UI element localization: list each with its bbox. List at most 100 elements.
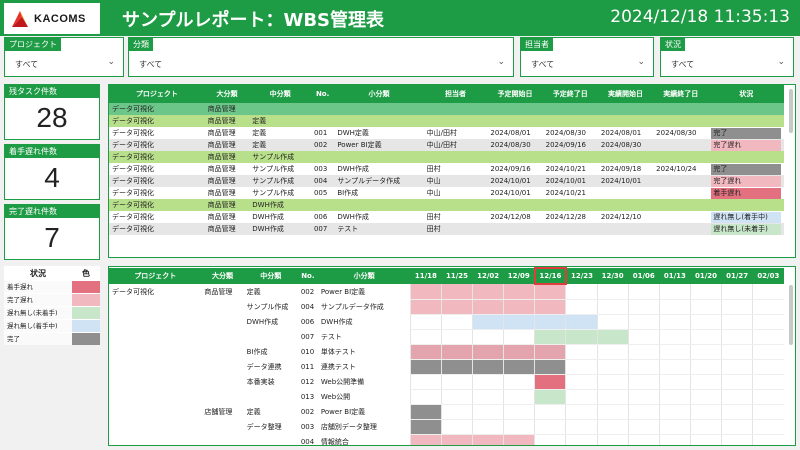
gantt-bar-cell [472,434,504,445]
gantt-row[interactable]: 004 情報統合 [109,434,784,445]
table-row[interactable]: データ可視化 商品管理 DWH作成 006 DWH作成 田村 2024/12/08 2024/… [109,211,784,223]
column-header[interactable]: 実績開始日 [597,85,654,103]
gantt-cell: 店舗管理 [204,407,233,416]
gantt-row[interactable]: BI作成 010 単体テスト [109,344,784,360]
gantt-row[interactable]: 013 Web公開 [109,389,784,405]
column-header[interactable]: 状況 [708,85,784,103]
table-cell: データ可視化 [109,223,205,235]
gantt-bar-cell [752,419,784,435]
kpi-start-delay: 着手遅れ件数 4 [4,144,100,200]
gantt-row[interactable]: 店舗管理 定義 002 Power BI定義 [109,404,784,420]
gantt-bar-cell [565,329,598,345]
table-cell: 2024/08/30 [656,129,697,137]
legend-color-swatch [72,307,100,319]
filter-category[interactable]: 分類 すべて ⌄ [128,37,514,77]
table-cell [542,115,598,127]
column-header[interactable]: 実績終了日 [653,85,709,103]
table-row[interactable]: データ可視化 商品管理 DWH作成 007 テスト 田村 遅れ無し(未着手) [109,223,784,235]
gantt-bar-cell [752,359,784,375]
filter-project[interactable]: プロジェクト すべて ⌄ [4,37,124,77]
gantt-row[interactable]: 007 テスト [109,329,784,345]
gantt-bar-cell [440,314,473,330]
table-cell: 中山/田村 [426,129,457,137]
gantt-scrollbar[interactable] [789,285,793,345]
gantt-bar-cell [658,284,691,300]
column-header[interactable]: 予定終了日 [542,85,598,103]
gantt-row[interactable]: サンプル作成 004 サンプルデータ作成 [109,299,784,315]
table-cell [653,139,709,151]
gantt-column-header[interactable]: No. [297,268,318,284]
gantt-bar-cell [409,434,442,445]
column-header[interactable]: 小分類 [334,85,424,103]
column-header[interactable]: 中分類 [249,85,311,103]
table-cell: 商品管理 [204,151,250,163]
table-cell [653,211,708,223]
status-badge: 遅れ無し(着手中) [711,211,781,223]
column-header[interactable]: 大分類 [204,85,250,103]
task-table-scrollbar[interactable] [789,89,793,133]
gantt-bar-cell [658,374,691,390]
gantt-bar-cell [596,329,629,345]
table-cell: 2024/10/01 [490,189,531,197]
filter-status[interactable]: 状況 すべて ⌄ [660,37,794,77]
gantt-bar-cell [409,404,442,420]
gantt-column-header[interactable]: 小分類 [317,268,411,284]
gantt-row[interactable]: データ整理 003 店舗別データ整理 [109,419,784,435]
gantt-row[interactable]: データ可視化 商品管理 定義 002 Power BI定義 [109,284,784,300]
gantt-bar-cell [472,344,504,360]
gantt-column-header[interactable]: 中分類 [243,268,298,284]
gantt-bar-cell [503,359,535,375]
table-cell [708,115,784,127]
gantt-bar-cell [472,404,504,420]
gantt-row[interactable]: データ連携 011 連携テスト [109,359,784,375]
gantt-row[interactable]: DWH作成 006 DWH作成 [109,314,784,330]
table-cell [708,103,784,115]
table-row[interactable]: データ可視化 商品管理 サンプル作成 005 BI作成 中山 2024/10/01 2024/… [109,187,784,199]
status-badge: 遅れ無し(未着手) [711,223,781,235]
table-cell [310,103,335,115]
table-row[interactable]: データ可視化 商品管理 サンプル作成 004 サンプルデータ作成 中山 2024/10/01… [109,175,784,187]
gantt-bar-cell [565,344,598,360]
chevron-down-icon[interactable]: ⌄ [637,57,645,67]
chevron-down-icon[interactable]: ⌄ [497,57,505,67]
table-row[interactable]: データ可視化 商品管理 定義 [109,115,784,127]
table-row[interactable]: データ可視化 商品管理 DWH作成 [109,199,784,211]
gantt-bar-cell [534,374,566,390]
chevron-down-icon[interactable]: ⌄ [777,57,785,67]
column-header[interactable]: 担当者 [423,85,488,103]
table-cell: 2024/10/01 [487,175,543,187]
gantt-row[interactable]: 本番実装 012 Web公開準備 [109,374,784,390]
status-cell: 遅れ無し(着手中) [708,211,784,223]
gantt-column-header[interactable]: 大分類 [201,268,244,284]
legend-color-swatch [72,320,100,332]
gantt-bar-cell [472,284,504,300]
legend-color-swatch [72,333,100,345]
table-row[interactable]: データ可視化 商品管理 サンプル作成 [109,151,784,163]
chevron-down-icon[interactable]: ⌄ [107,57,115,67]
column-header[interactable]: No. [310,85,335,103]
table-cell: 2024/08/01 [600,129,642,137]
gantt-cell: 006 [300,317,315,326]
gantt-bar-cell [440,389,473,405]
table-cell: 商品管理 [207,129,236,137]
table-cell: DWH作成 [337,213,369,221]
gantt-bar-cell [440,434,473,445]
table-cell: 007 [310,223,335,235]
table-row[interactable]: データ可視化 商品管理 サンプル作成 003 DWH作成 田村 2024/09/16 2024… [109,163,784,175]
gantt-bar-cell [409,359,442,375]
column-header[interactable]: プロジェクト [109,85,205,103]
table-row[interactable]: データ可視化 商品管理 定義 002 Power BI定義 中山/田村 2024/08/30… [109,139,784,151]
gantt-bar-cell [596,434,629,445]
gantt-cell [201,434,243,445]
gantt-column-header[interactable]: プロジェクト [109,268,202,284]
table-row[interactable]: データ可視化 商品管理 定義 001 DWH定義 中山/田村 2024/08/01 2024/… [109,127,784,139]
filter-assignee[interactable]: 担当者 すべて ⌄ [520,37,654,77]
filter-label: 分類 [129,38,153,51]
gantt-bar-cell [658,389,691,405]
table-row[interactable]: データ可視化 商品管理 [109,103,784,115]
gantt-bar-cell [752,404,784,420]
legend-item: 遅れ無し(着手中) [4,319,100,332]
column-header[interactable]: 予定開始日 [487,85,543,103]
gantt-bar-cell [752,284,784,300]
table-cell: 商品管理 [207,189,236,197]
